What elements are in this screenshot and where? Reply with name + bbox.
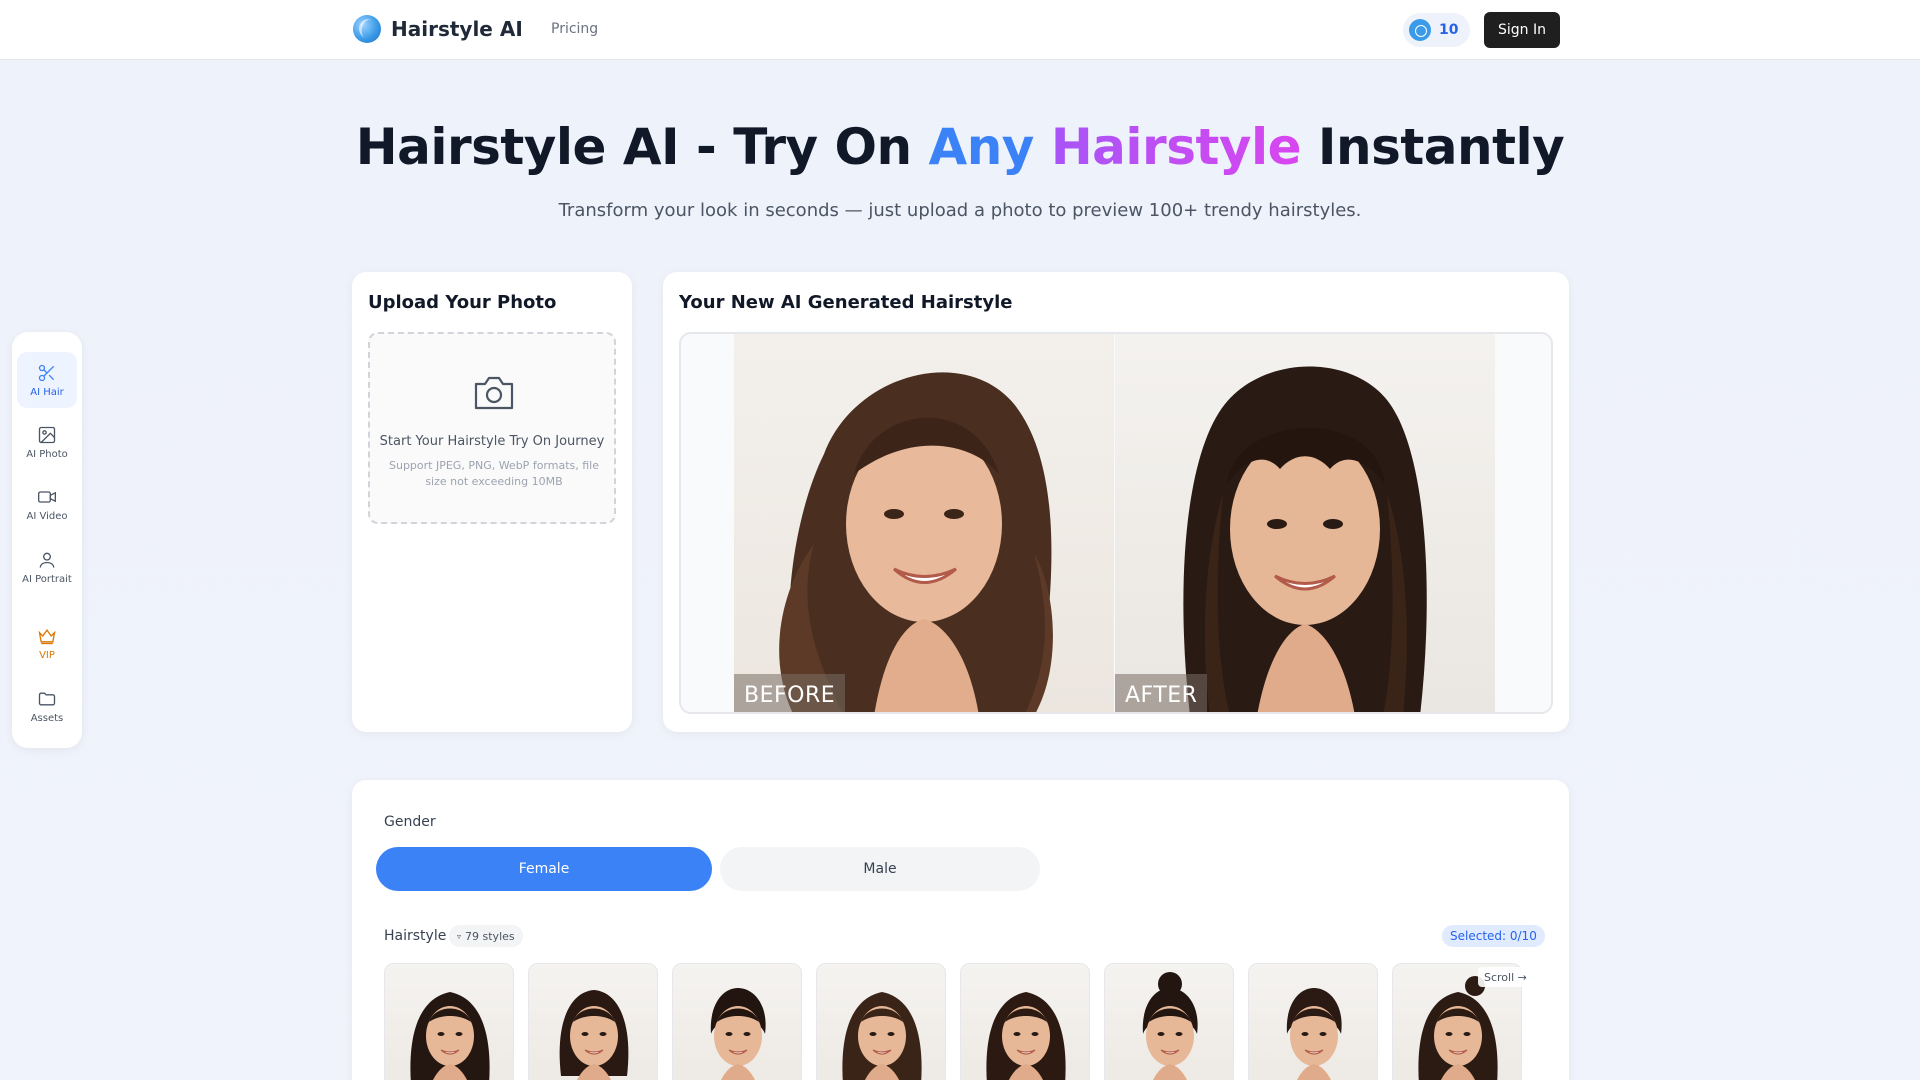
hero-title-hairstyle: Hairstyle	[1050, 118, 1302, 176]
hairstyle-preview-illustration	[1286, 988, 1342, 1080]
rail-label: AI Hair	[30, 386, 64, 398]
upload-dropzone[interactable]: Start Your Hairstyle Try On Journey Supp…	[368, 332, 616, 524]
hairstyle-preview-illustration	[410, 992, 490, 1080]
rail-item-ai-photo[interactable]: AI Photo	[17, 414, 77, 470]
hairstyle-preview-illustration	[559, 990, 629, 1080]
gender-female-button[interactable]: Female	[376, 847, 712, 891]
hairstyle-label: Hairstyle	[384, 928, 447, 944]
rail-item-vip[interactable]: VIP	[17, 615, 77, 671]
result-card: Your New AI Generated Hairstyle BEFORE A…	[663, 272, 1569, 732]
upload-card: Upload Your Photo Start Your Hairstyle T…	[352, 272, 632, 732]
hairstyle-thumbnail[interactable]	[672, 963, 802, 1080]
hero-title: Hairstyle AI - Try On Any Hairstyle Inst…	[0, 118, 1920, 176]
credits-badge[interactable]: 10	[1403, 13, 1471, 47]
brand[interactable]: Hairstyle AI	[353, 15, 523, 43]
side-rail: AI Hair AI Photo AI Video AI Portrait VI…	[12, 332, 82, 748]
top-navbar: Hairstyle AI Pricing 10 Sign In	[0, 0, 1920, 60]
hairstyle-preview-illustration	[842, 992, 922, 1080]
sign-in-button[interactable]: Sign In	[1484, 12, 1560, 48]
rail-label: AI Photo	[26, 448, 68, 460]
rail-item-ai-video[interactable]: AI Video	[17, 476, 77, 532]
rail-item-assets[interactable]: Assets	[17, 678, 77, 734]
before-after-preview: BEFORE AFTER	[679, 332, 1553, 714]
rail-label: AI Video	[26, 510, 68, 522]
rail-item-ai-hair[interactable]: AI Hair	[17, 352, 77, 408]
hairstyle-preview-illustration	[986, 992, 1066, 1080]
result-title: Your New AI Generated Hairstyle	[679, 292, 1013, 313]
folder-icon	[38, 692, 56, 705]
rail-item-ai-portrait[interactable]: AI Portrait	[17, 539, 77, 595]
hairstyle-thumbnail[interactable]	[960, 963, 1090, 1080]
dropzone-title: Start Your Hairstyle Try On Journey	[379, 434, 605, 449]
credits-count: 10	[1439, 22, 1459, 38]
rail-label: Assets	[30, 712, 64, 724]
styles-count: 79 styles	[465, 929, 515, 943]
user-icon	[39, 552, 55, 568]
image-icon	[38, 426, 56, 443]
coin-icon	[1409, 19, 1431, 41]
after-photo: AFTER	[1115, 334, 1495, 712]
gender-male-button[interactable]: Male	[720, 847, 1040, 891]
styles-count-badge: ▿ 79 styles	[449, 925, 523, 947]
hero-title-part2: Instantly	[1301, 118, 1565, 176]
hero-title-part1: Hairstyle AI - Try On	[355, 118, 929, 176]
hairstyle-thumbnail[interactable]	[816, 963, 946, 1080]
rail-label: AI Portrait	[22, 573, 72, 585]
before-photo: BEFORE	[734, 334, 1114, 712]
rail-label: VIP	[39, 649, 55, 661]
crown-icon	[38, 628, 56, 644]
hero-title-any: Any	[928, 118, 1035, 176]
hairstyle-thumbnail[interactable]	[528, 963, 658, 1080]
filter-dot-icon: ▿	[457, 931, 462, 941]
scroll-hint: Scroll →	[1478, 967, 1533, 987]
selected-count-badge: Selected: 0/10	[1442, 925, 1545, 947]
after-label: AFTER	[1115, 674, 1208, 712]
hero-subtitle: Transform your look in seconds — just up…	[558, 200, 1362, 221]
brand-logo-icon	[353, 15, 381, 43]
hairstyle-preview-illustration	[1142, 972, 1198, 1080]
brand-name: Hairstyle AI	[391, 17, 523, 41]
portrait-wavy-hair-illustration	[779, 372, 1053, 712]
hairstyle-thumbnail[interactable]	[1248, 963, 1378, 1080]
scissors-icon	[38, 364, 55, 381]
video-icon	[38, 490, 56, 503]
upload-title: Upload Your Photo	[368, 292, 557, 313]
hairstyle-thumbnail[interactable]	[1104, 963, 1234, 1080]
portrait-straight-bangs-illustration	[1183, 366, 1427, 712]
dropzone-subtitle: Support JPEG, PNG, WebP formats, file si…	[389, 459, 599, 488]
hairstyle-thumbnail[interactable]	[384, 963, 514, 1080]
hairstyle-preview-illustration	[710, 988, 766, 1080]
gender-label: Gender	[384, 814, 436, 830]
before-label: BEFORE	[734, 674, 846, 712]
camera-icon	[474, 376, 514, 410]
nav-pricing-link[interactable]: Pricing	[551, 21, 598, 37]
